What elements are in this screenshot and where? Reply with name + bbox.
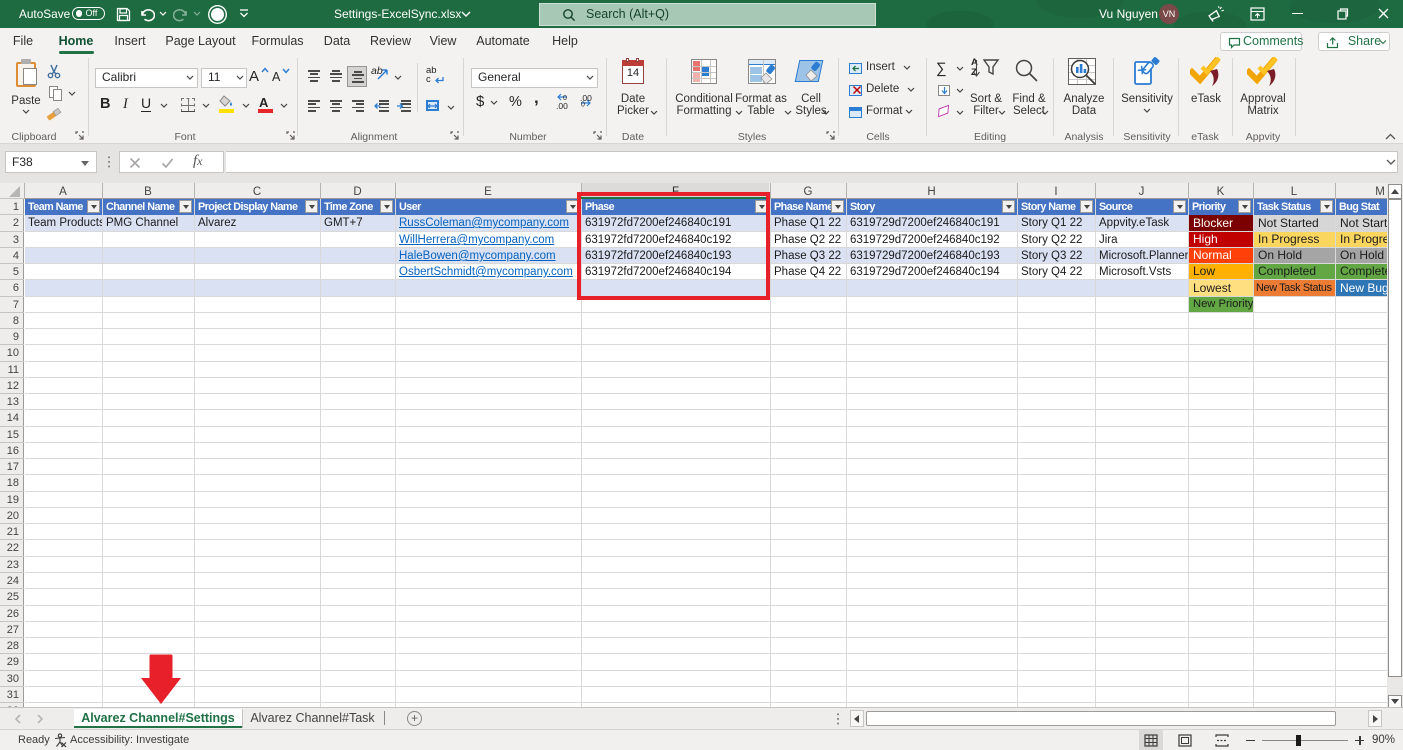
svg-text:0: 0	[563, 95, 567, 101]
svg-text:0: 0	[581, 102, 585, 108]
